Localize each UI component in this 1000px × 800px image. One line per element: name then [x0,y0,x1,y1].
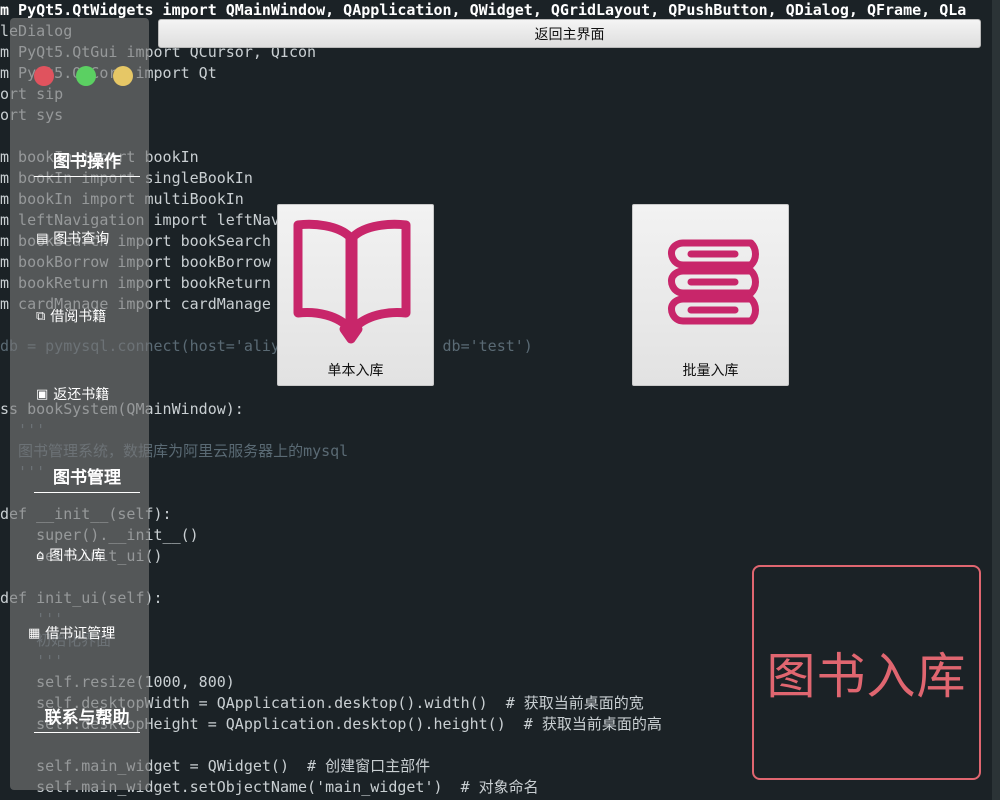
sidebar-item-return-books[interactable]: ▣ 返还书籍 [36,384,109,404]
code-line: m PyQt5.QtWidgets import QMainWindow, QA… [0,1,967,19]
maximize-window-button[interactable] [113,66,133,86]
return-icon: ▣ [36,386,49,402]
window-right-edge [992,0,1000,800]
card-icon: ▦ [28,625,41,641]
code-line: def __init__(self): [0,504,1000,525]
code-line: ort sip [0,84,1000,105]
code-line: m cardManage import cardManage [0,295,271,313]
section-title-book-operations: 图书操作 [34,147,140,177]
code-line: m PyQt5.QtCore import Qt [0,64,217,82]
open-book-icon [293,219,411,344]
sidebar-item-book-search[interactable]: ▤ 图书查询 [36,228,109,248]
code-line: m bookIn import singleBookIn [0,169,253,187]
home-icon: ⌂ [36,547,45,563]
code-line: 图书管理系统，数据库为阿里云服务器上的mysql [0,442,349,460]
code-line: self.main_widget.setObjectName('main_wid… [0,778,539,796]
code-line: ss bookSystem(QMainWindow): [0,399,1000,420]
code-line: self.init_ui() [0,546,1000,567]
sidebar-item-card-management[interactable]: ▦ 借书证管理 [28,623,115,643]
sidebar-item-label: 借书证管理 [45,626,116,642]
sidebar-item-label: 返还书籍 [53,387,110,403]
section-title-contact-help: 联系与帮助 [34,703,140,733]
tile-label: 批量入库 [682,363,739,379]
code-line: m bookReturn import bookReturn [0,274,271,292]
code-line: ''' [0,462,1000,483]
code-line: ''' [0,420,1000,441]
code-line: m leftNavigation import leftNavigation [0,211,344,229]
code-line: db = pymysql.connect(host='aliyun', user… [0,337,533,355]
search-book-icon: ▤ [36,230,49,246]
left-navigation: 图书操作 ▤ 图书查询 ⧉ 借阅书籍 ▣ 返还书籍 图书管理 ⌂ 图书入库 ▦ … [10,18,149,790]
code-line: m bookSearch import bookSearch [0,232,271,250]
sidebar-item-label: 图书入库 [49,548,106,564]
multi-book-in-button[interactable]: 批量入库 [632,204,789,386]
code-line: ort sys [0,105,1000,126]
book-stack-icon [667,239,759,325]
section-title-book-management: 图书管理 [34,463,140,493]
close-window-button[interactable] [34,66,54,86]
sidebar-item-label: 借阅书籍 [50,309,107,325]
sidebar-item-book-warehousing[interactable]: ⌂ 图书入库 [36,545,105,565]
code-line: m bookBorrow import bookBorrow [0,253,271,271]
sidebar-item-label: 图书查询 [53,231,110,247]
code-line: super().__init__() [0,525,1000,546]
current-page-label: 图书入库 [766,648,967,705]
single-book-in-button[interactable]: 单本入库 [277,204,434,386]
back-to-main-button[interactable]: 返回主界面 [158,19,981,48]
minimize-window-button[interactable] [76,66,96,86]
code-line: m bookIn import multiBookIn [0,190,244,208]
current-page-label-panel: 图书入库 [752,565,981,780]
sidebar-item-borrow-books[interactable]: ⧉ 借阅书籍 [36,306,106,326]
borrow-icon: ⧉ [36,308,46,324]
code-line: m bookIn import bookIn [0,148,199,166]
tile-label: 单本入库 [327,363,384,379]
